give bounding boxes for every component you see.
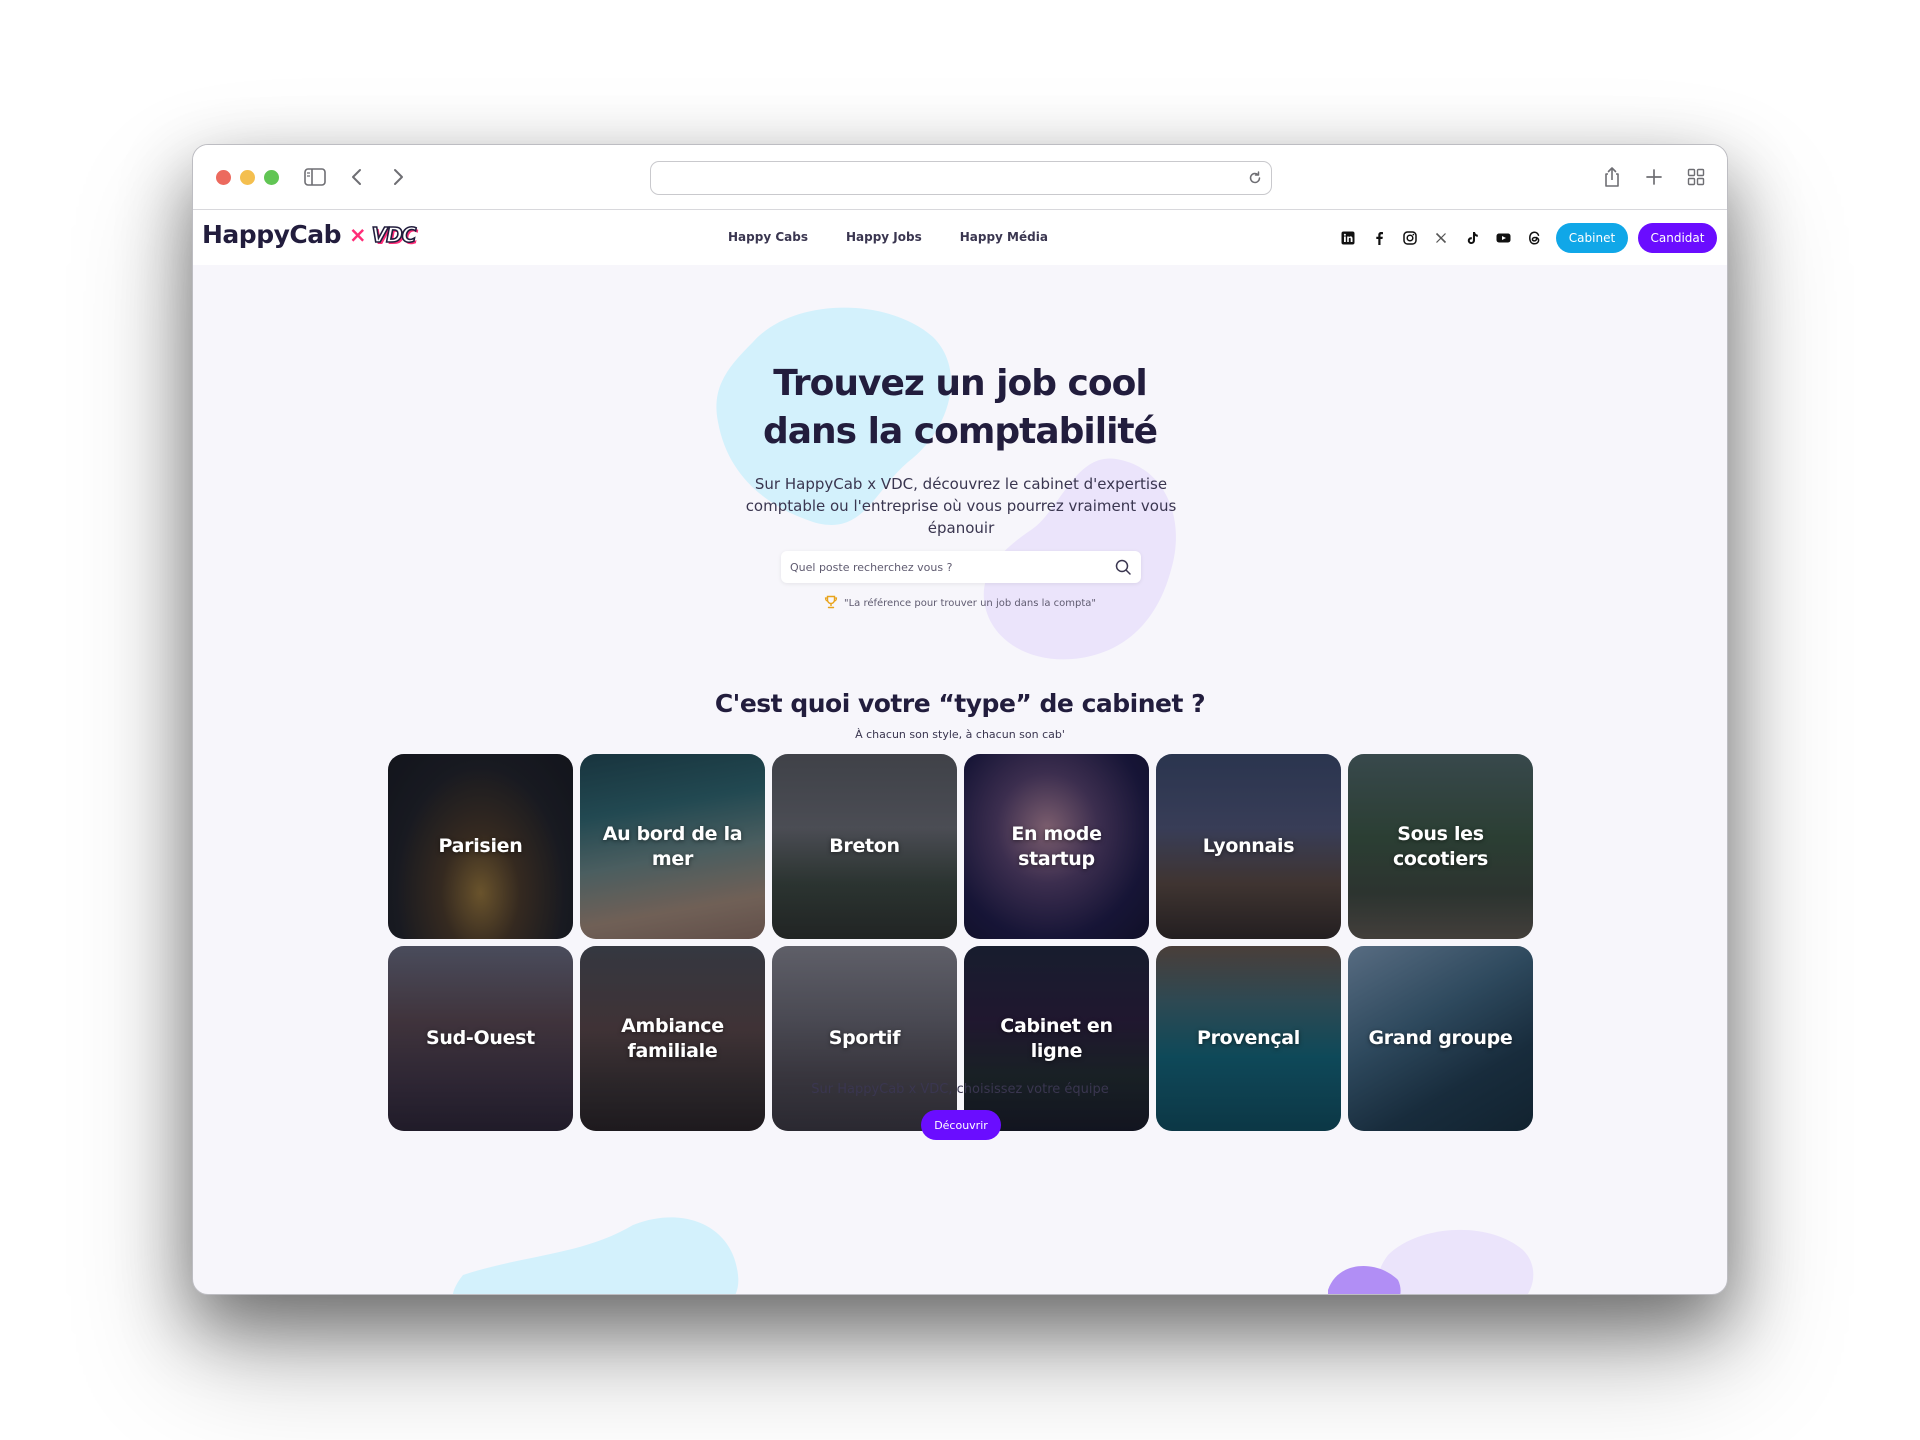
nav-happy-media[interactable]: Happy Média — [960, 230, 1048, 244]
card-lyonnais[interactable]: Lyonnais — [1156, 754, 1341, 939]
card-label: Provençal — [1196, 1027, 1301, 1049]
browser-toolbar — [193, 145, 1727, 210]
trophy-icon — [824, 594, 838, 613]
card-label: Grand groupe — [1368, 1027, 1513, 1049]
tiktok-icon[interactable] — [1463, 229, 1481, 247]
card-label: Sud-Ouest — [426, 1027, 535, 1049]
job-search-box — [781, 551, 1141, 583]
logo-happycab-text: HappyCab — [202, 220, 342, 249]
happycab-logo[interactable]: HappyCab × VDC — [202, 220, 417, 249]
card-sportif[interactable]: Sportif — [772, 946, 957, 1131]
tagline-text: "La référence pour trouver un job dans l… — [843, 598, 1097, 609]
instagram-icon[interactable] — [1401, 229, 1419, 247]
site-header: HappyCab × VDC Happy Cabs Happy Jobs Hap… — [193, 210, 1727, 265]
tagline: "La référence pour trouver un job dans l… — [193, 594, 1727, 613]
main-nav: Happy Cabs Happy Jobs Happy Média — [728, 230, 1048, 244]
card-provencal[interactable]: Provençal — [1156, 946, 1341, 1131]
hero-title-line-1: Trouvez un job cool — [773, 363, 1147, 404]
cabinet-type-grid: Parisien Au bord de la mer Breton En mod… — [388, 754, 1534, 1131]
card-label: Au bord de la mer — [602, 822, 743, 870]
card-label: Sportif — [828, 1027, 901, 1049]
candidat-button[interactable]: Candidat — [1638, 223, 1717, 253]
card-label: Cabinet en ligne — [1000, 1014, 1113, 1062]
card-label: Parisien — [438, 835, 523, 857]
logo-x-mark: × — [349, 222, 367, 247]
card-ambiance-familiale[interactable]: Ambiance familiale — [580, 946, 765, 1131]
linkedin-icon[interactable] — [1339, 229, 1357, 247]
hero-title-line-2: dans la comptabilité — [762, 411, 1158, 452]
forward-icon[interactable] — [384, 163, 412, 191]
address-bar[interactable] — [650, 161, 1272, 195]
job-search-input[interactable] — [790, 551, 1100, 583]
card-label: En mode startup — [1011, 822, 1102, 870]
choose-team-text: Sur HappyCab x VDC, choisissez votre équ… — [811, 1082, 1109, 1097]
threads-icon[interactable] — [1525, 229, 1543, 247]
nav-happy-cabs[interactable]: Happy Cabs — [728, 230, 808, 244]
reload-icon[interactable] — [1246, 169, 1264, 187]
nav-happy-jobs[interactable]: Happy Jobs — [846, 230, 922, 244]
decorative-blob-blue-bottom — [453, 1217, 739, 1294]
maximize-window-button[interactable] — [264, 170, 279, 185]
card-label: Sous les cocotiers — [1392, 822, 1489, 870]
card-parisien[interactable]: Parisien — [388, 754, 573, 939]
close-window-button[interactable] — [216, 170, 231, 185]
hero-title: Trouvez un job cool dans la comptabilité — [193, 360, 1727, 456]
card-label: Lyonnais — [1202, 835, 1295, 857]
browser-window: HappyCab × VDC Happy Cabs Happy Jobs Hap… — [192, 144, 1728, 1295]
x-icon[interactable] — [1432, 229, 1450, 247]
card-sud-ouest[interactable]: Sud-Ouest — [388, 946, 573, 1131]
new-tab-icon[interactable] — [1640, 163, 1668, 191]
back-icon[interactable] — [343, 163, 371, 191]
search-icon[interactable] — [1114, 558, 1132, 576]
hero-subtitle: Sur HappyCab x VDC, découvrez le cabinet… — [745, 475, 1177, 537]
decouvrir-button[interactable]: Découvrir — [921, 1110, 1001, 1140]
tab-overview-icon[interactable] — [1682, 163, 1710, 191]
cabinet-types-subtitle: À chacun son style, à chacun son cab' — [855, 728, 1065, 741]
card-au-bord-de-la-mer[interactable]: Au bord de la mer — [580, 754, 765, 939]
cabinet-button[interactable]: Cabinet — [1556, 223, 1628, 253]
card-label: Ambiance familiale — [621, 1014, 724, 1062]
youtube-icon[interactable] — [1494, 229, 1512, 247]
card-sous-les-cocotiers[interactable]: Sous les cocotiers — [1348, 754, 1533, 939]
card-en-mode-startup[interactable]: En mode startup — [964, 754, 1149, 939]
facebook-icon[interactable] — [1370, 229, 1388, 247]
share-icon[interactable] — [1598, 163, 1626, 191]
main-content: Trouvez un job cool dans la comptabilité… — [193, 265, 1727, 1294]
card-grand-groupe[interactable]: Grand groupe — [1348, 946, 1533, 1131]
cabinet-types-title: C'est quoi votre “type” de cabinet ? — [714, 689, 1206, 718]
decorative-blob-purple-bottom — [1328, 1229, 1534, 1294]
card-label: Breton — [829, 835, 900, 857]
logo-vdc-text: VDC — [371, 222, 417, 248]
minimize-window-button[interactable] — [240, 170, 255, 185]
card-cabinet-en-ligne[interactable]: Cabinet en ligne — [964, 946, 1149, 1131]
card-breton[interactable]: Breton — [772, 754, 957, 939]
sidebar-toggle-icon[interactable] — [301, 163, 329, 191]
